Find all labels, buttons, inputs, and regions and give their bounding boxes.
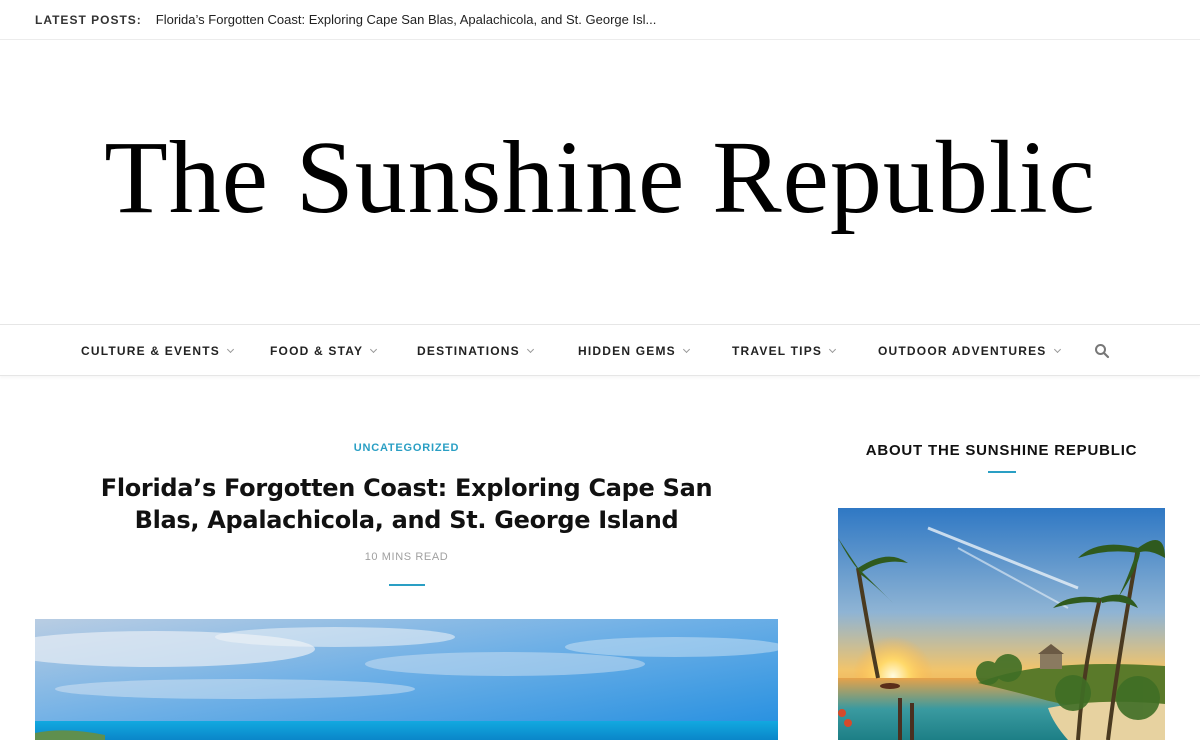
chevron-down-icon — [526, 345, 534, 354]
nav-item-label: TRAVEL TIPS — [732, 344, 823, 358]
nav-item-culture-events[interactable]: CULTURE & EVENTS — [81, 325, 235, 377]
sidebar-about-image — [838, 508, 1165, 740]
nav-item-travel-tips[interactable]: TRAVEL TIPS — [732, 325, 837, 377]
latest-post-link[interactable]: Florida’s Forgotten Coast: Exploring Cap… — [156, 12, 657, 27]
chevron-down-icon — [1053, 345, 1061, 354]
nav-item-food-stay[interactable]: FOOD & STAY — [270, 325, 378, 377]
post-featured-image[interactable] — [35, 619, 778, 740]
post-read-time: 10 MINS READ — [364, 551, 449, 563]
chevron-down-icon — [682, 345, 690, 354]
chevron-down-icon — [829, 345, 837, 354]
chevron-down-icon — [226, 345, 235, 354]
sidebar-title-divider — [988, 471, 1016, 473]
nav-item-destinations[interactable]: DESTINATIONS — [417, 325, 534, 377]
title-divider — [389, 584, 425, 586]
nav-item-hidden-gems[interactable]: HIDDEN GEMS — [578, 325, 690, 377]
nav-item-label: DESTINATIONS — [417, 344, 520, 358]
nav-item-label: CULTURE & EVENTS — [81, 344, 220, 358]
search-icon[interactable] — [1094, 343, 1110, 359]
nav-item-label: FOOD & STAY — [270, 344, 364, 358]
post-title[interactable]: Florida’s Forgotten Coast: Exploring Cap… — [95, 472, 718, 536]
site-header: The Sunshine Republic — [0, 40, 1200, 324]
main-navigation: CULTURE & EVENTS FOOD & STAY DESTINATION… — [0, 324, 1200, 376]
nav-item-outdoor-adventures[interactable]: OUTDOOR ADVENTURES — [878, 325, 1061, 377]
latest-posts-label: LATEST POSTS: — [35, 12, 142, 27]
post-category-link[interactable]: UNCATEGORIZED — [35, 442, 778, 454]
chevron-down-icon — [370, 345, 378, 354]
sidebar-widget-title: ABOUT THE SUNSHINE REPUBLIC — [865, 442, 1138, 459]
nav-item-label: HIDDEN GEMS — [578, 344, 676, 358]
latest-posts-bar: LATEST POSTS: Florida’s Forgotten Coast:… — [0, 0, 1200, 40]
nav-item-label: OUTDOOR ADVENTURES — [878, 344, 1047, 358]
site-logo[interactable]: The Sunshine Republic — [104, 118, 1096, 237]
